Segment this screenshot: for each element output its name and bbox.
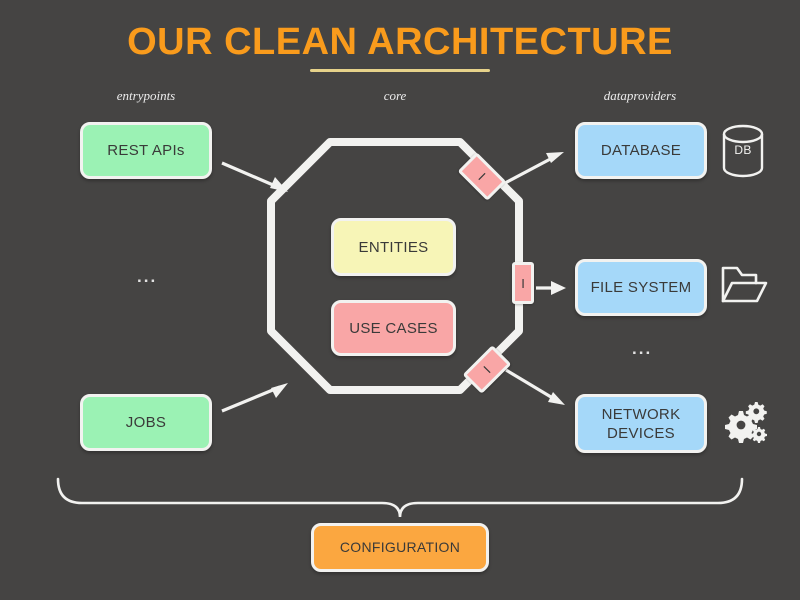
node-rest-apis[interactable]: REST APIs [80,122,212,179]
gateway-port-middle[interactable]: I [512,262,534,304]
ellipsis-dataproviders: ... [632,339,653,358]
arrow-rest-apis-to-core [221,161,288,192]
node-database[interactable]: DATABASE [575,122,707,179]
arrow-core-to-database [504,152,564,185]
node-jobs[interactable]: JOBS [80,394,212,451]
node-entities[interactable]: ENTITIES [331,218,456,276]
node-file-system[interactable]: FILE SYSTEM [575,259,707,316]
arrow-core-to-network-devices [505,368,565,405]
node-use-cases[interactable]: USE CASES [331,300,456,356]
arrow-jobs-to-core [221,383,288,413]
node-network-devices[interactable]: NETWORK DEVICES [575,394,707,453]
ellipsis-entrypoints: ... [137,267,158,286]
gears-icon [725,402,767,443]
node-configuration[interactable]: CONFIGURATION [311,523,489,572]
open-folder-icon [721,266,768,303]
database-icon-label: DB [734,143,752,157]
architecture-diagram: OUR CLEAN ARCHITECTURE entrypoints core … [0,0,800,600]
arrow-core-to-file-system [536,281,566,295]
configuration-brace [56,477,744,518]
